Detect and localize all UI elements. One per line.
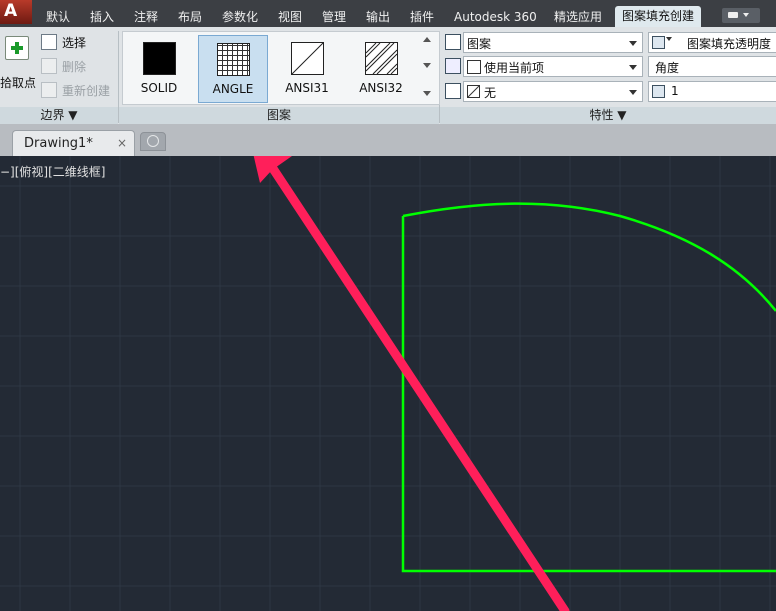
color-swatch [467,60,481,74]
chevron-down-icon [629,41,637,46]
ribbon-tab-bar: A 默认 插入 注释 布局 参数化 视图 管理 输出 插件 Autodesk 3… [0,0,776,27]
tab-hatch-creation[interactable]: 图案填充创建 [615,6,702,27]
transparency-icon [652,36,665,49]
pattern-label: SOLID [140,81,178,95]
chevron-down-icon [743,13,749,17]
background-color-value: 无 [484,86,497,100]
angle-pattern-icon [217,43,250,76]
pattern-ansi32[interactable]: ANSI32 [347,35,415,101]
gallery-scroll[interactable] [421,31,435,103]
expand-gallery-icon[interactable] [423,91,431,96]
pick-points-button[interactable]: 拾取点 [0,32,36,92]
pattern-label: ANGLE [212,82,254,96]
scroll-down-icon[interactable] [423,63,431,68]
tab-annotate[interactable]: 注释 [134,7,158,27]
recreate-label: 重新创建 [62,84,111,98]
chevron-down-icon [666,37,672,41]
tab-view[interactable]: 视图 [278,7,302,27]
scale-field[interactable]: 1 [648,81,776,102]
angle-field[interactable]: 角度 [648,56,776,77]
scale-icon [652,85,665,98]
transparency-label: 图案填充透明度 [687,37,772,51]
boundary-panel-title[interactable]: 边界 ▼ [0,107,118,124]
tab-autodesk-360[interactable]: Autodesk 360 [454,7,537,27]
background-color-icon [445,83,461,99]
ansi32-pattern-icon [365,42,398,75]
new-drawing-button[interactable] [140,132,166,151]
annotation-arrow-shaft [265,159,570,611]
remove-icon [41,58,57,74]
recreate-boundary-button[interactable]: 重新创建 [41,81,110,101]
hatch-pattern-gallery: SOLID ANGLE ANSI31 ANSI32 [122,31,440,105]
hatch-type-icon [445,34,461,50]
select-boundary-button[interactable]: 选择 [41,33,86,53]
select-icon [41,34,57,50]
chevron-down-icon [629,90,637,95]
remove-boundary-button[interactable]: 删除 [41,57,86,77]
properties-panel-title[interactable]: 特性 ▼ [440,107,776,124]
hatch-color-icon [445,58,461,74]
pattern-panel-title: 图案 [119,107,439,124]
no-color-icon [467,85,480,98]
select-label: 选择 [62,36,87,50]
solid-pattern-icon [143,42,176,75]
recreate-icon [41,82,57,98]
scale-value: 1 [671,84,679,98]
ansi31-pattern-icon [291,42,324,75]
hatch-type-value: 图案 [467,37,492,51]
hatch-type-dropdown[interactable]: 图案 [463,32,643,53]
tab-output[interactable]: 输出 [366,7,390,27]
tab-parametric[interactable]: 参数化 [222,7,258,27]
pattern-ansi31[interactable]: ANSI31 [273,35,341,101]
model-space [0,156,776,611]
pattern-solid[interactable]: SOLID [125,35,193,101]
drawing-tab[interactable]: Drawing1* × [12,130,135,157]
tab-manage[interactable]: 管理 [322,7,346,27]
tab-layout[interactable]: 布局 [178,7,202,27]
tab-plugins[interactable]: 插件 [410,7,434,27]
remove-label: 删除 [62,60,87,74]
grid-lines [0,156,776,611]
annotation-arrowhead [253,156,292,183]
pattern-label: ANSI32 [359,81,403,95]
hatch-color-value: 使用当前项 [484,61,545,75]
drawing-canvas[interactable]: −][俯视][二维线框] [0,156,776,611]
autocad-logo-icon[interactable]: A [0,0,32,24]
pattern-angle[interactable]: ANGLE [198,35,268,103]
close-icon[interactable]: × [117,136,127,150]
ribbon-options-dropdown[interactable] [722,8,760,23]
plus-icon [147,135,159,147]
pattern-label: ANSI31 [285,81,329,95]
drawing-tab-label: Drawing1* [24,136,93,151]
document-tab-bar: Drawing1* × [0,124,776,157]
tab-featured-apps[interactable]: 精选应用 [554,7,602,27]
tab-insert[interactable]: 插入 [90,7,114,27]
background-color-dropdown[interactable]: 无 [463,81,643,102]
window-icon [728,12,738,18]
pick-points-label: 拾取点 [0,76,37,90]
transparency-field[interactable]: 图案填充透明度 [648,32,776,53]
angle-label: 角度 [655,61,680,75]
add-point-icon [5,36,29,60]
viewport-label[interactable]: −][俯视][二维线框] [0,163,105,180]
tab-home[interactable]: 默认 [46,7,70,27]
chevron-down-icon [629,65,637,70]
scroll-up-icon[interactable] [423,37,431,42]
hatch-color-dropdown[interactable]: 使用当前项 [463,56,643,77]
